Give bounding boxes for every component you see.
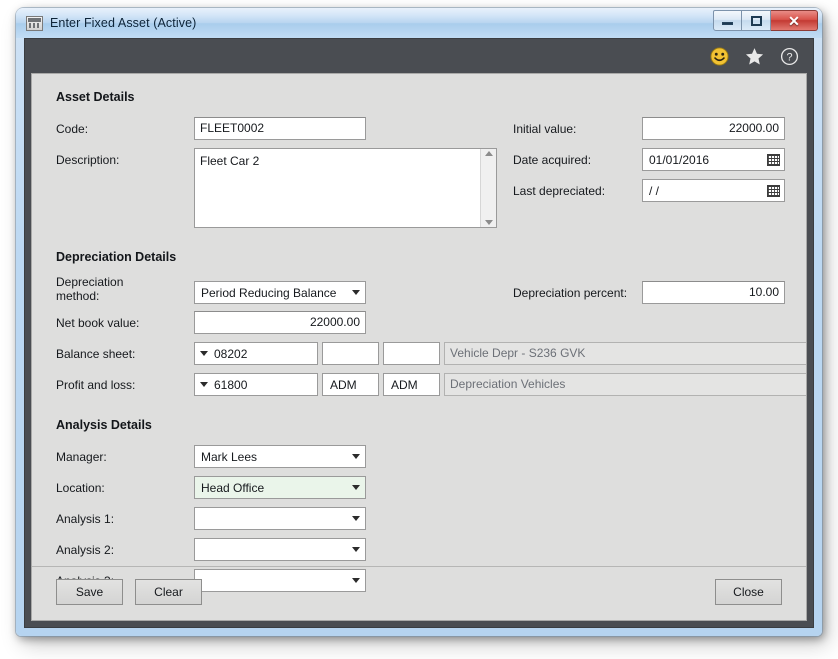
scroll-up-icon[interactable]	[484, 151, 493, 156]
row-description: Description: Fleet Car 2 Date acquired: …	[54, 148, 785, 232]
scroll-down-icon[interactable]	[484, 220, 493, 225]
row-method: Depreciation method: Period Reducing Bal…	[54, 275, 785, 304]
profit-loss-cost-centre-input[interactable]: ADM	[322, 373, 379, 396]
location-label: Location:	[56, 481, 105, 495]
description-scrollbar[interactable]	[480, 149, 496, 227]
depreciation-percent-label: Depreciation percent:	[513, 286, 628, 300]
depreciation-method-dropdown[interactable]: Period Reducing Balance	[194, 281, 366, 304]
chevron-down-icon[interactable]	[346, 485, 365, 490]
code-input[interactable]: FLEET0002	[194, 117, 366, 140]
location-value: Head Office	[201, 480, 265, 495]
button-bar: Save Clear Close	[32, 566, 806, 620]
depreciation-method-label: Depreciation method:	[56, 275, 123, 303]
description-label: Description:	[56, 153, 120, 167]
client-frame: ? Asset Details Code: FLEET0002 Initial …	[24, 38, 814, 628]
help-question-icon[interactable]: ?	[780, 47, 799, 66]
close-window-button[interactable]: ✕	[771, 10, 818, 31]
close-icon: ✕	[788, 12, 800, 29]
chevron-down-icon[interactable]	[346, 516, 365, 521]
minimize-icon	[722, 22, 733, 25]
row-code: Code: FLEET0002 Initial value: 22000.00	[54, 117, 785, 144]
calendar-picker-button-2[interactable]	[762, 180, 784, 201]
description-textarea[interactable]: Fleet Car 2	[194, 148, 497, 228]
profit-loss-description: Depreciation Vehicles	[444, 373, 806, 396]
minimize-button[interactable]	[713, 10, 742, 31]
analysis-details-heading: Analysis Details	[56, 418, 152, 432]
favourite-star-icon[interactable]	[745, 47, 764, 66]
balance-sheet-account-value: 08202	[214, 346, 248, 361]
chevron-down-icon[interactable]	[195, 351, 213, 356]
last-depreciated-value: / /	[649, 183, 660, 198]
initial-value-label: Initial value:	[513, 122, 577, 136]
calendar-icon	[766, 153, 780, 166]
balance-sheet-account-input[interactable]: 08202	[194, 342, 318, 365]
row-analysis-1: Analysis 1:	[54, 507, 784, 534]
balance-sheet-description: Vehicle Depr - S236 GVK	[444, 342, 806, 365]
form-window-icon	[26, 15, 43, 31]
save-button[interactable]: Save	[56, 579, 123, 605]
analysis-1-label: Analysis 1:	[56, 512, 115, 526]
manager-value: Mark Lees	[201, 449, 258, 464]
profit-loss-account-value: 61800	[214, 377, 248, 392]
balance-sheet-label: Balance sheet:	[56, 347, 136, 361]
profit-loss-cost-centre-value: ADM	[330, 377, 357, 392]
depreciation-method-label-line2: method:	[56, 289, 100, 303]
location-dropdown[interactable]: Head Office	[194, 476, 366, 499]
description-text: Fleet Car 2	[200, 154, 260, 168]
title-bar[interactable]: Enter Fixed Asset (Active) ✕	[16, 8, 822, 38]
profit-loss-department-input[interactable]: ADM	[383, 373, 440, 396]
maximize-icon	[750, 15, 762, 26]
last-depreciated-label: Last depreciated:	[513, 184, 606, 198]
row-location: Location: Head Office	[54, 476, 784, 503]
smiley-feedback-icon[interactable]	[710, 46, 729, 66]
window-controls: ✕	[713, 10, 818, 31]
close-button[interactable]: Close	[715, 579, 782, 605]
clear-button[interactable]: Clear	[135, 579, 202, 605]
row-nbv: Net book value: 22000.00	[54, 311, 784, 338]
last-depreciated-input[interactable]: / /	[642, 179, 785, 202]
chevron-down-icon[interactable]	[195, 382, 213, 387]
row-manager: Manager: Mark Lees	[54, 445, 784, 472]
date-acquired-label: Date acquired:	[513, 153, 592, 167]
profit-loss-department-value: ADM	[391, 377, 418, 392]
svg-text:?: ?	[786, 51, 792, 63]
balance-sheet-department-input[interactable]	[383, 342, 440, 365]
toolbar: ?	[25, 39, 813, 73]
profit-and-loss-label: Profit and loss:	[56, 378, 136, 392]
depreciation-percent-input[interactable]: 10.00	[642, 281, 785, 304]
net-book-value-input[interactable]: 22000.00	[194, 311, 366, 334]
form-panel: Asset Details Code: FLEET0002 Initial va…	[31, 73, 807, 621]
application-window: Enter Fixed Asset (Active) ✕ ? Asset Det…	[16, 8, 822, 636]
analysis-2-dropdown[interactable]	[194, 538, 366, 561]
calendar-picker-button[interactable]	[762, 149, 784, 170]
manager-dropdown[interactable]: Mark Lees	[194, 445, 366, 468]
chevron-down-icon[interactable]	[346, 547, 365, 552]
row-balance-sheet: Balance sheet: 08202 Vehicle Depr - S236…	[54, 342, 806, 369]
balance-sheet-cost-centre-input[interactable]	[322, 342, 379, 365]
depreciation-method-value: Period Reducing Balance	[201, 285, 337, 300]
date-acquired-input[interactable]: 01/01/2016	[642, 148, 785, 171]
row-profit-loss: Profit and loss: 61800 ADM ADM Depreciat…	[54, 373, 806, 400]
row-analysis-2: Analysis 2:	[54, 538, 784, 565]
analysis-2-label: Analysis 2:	[56, 543, 115, 557]
form-area: Asset Details Code: FLEET0002 Initial va…	[32, 74, 806, 592]
window-title: Enter Fixed Asset (Active)	[50, 16, 197, 30]
depreciation-method-label-line1: Depreciation	[56, 275, 124, 289]
net-book-value-label: Net book value:	[56, 316, 140, 330]
chevron-down-icon[interactable]	[346, 454, 365, 459]
profit-loss-account-input[interactable]: 61800	[194, 373, 318, 396]
manager-label: Manager:	[56, 450, 107, 464]
asset-details-heading: Asset Details	[56, 90, 135, 104]
analysis-1-dropdown[interactable]	[194, 507, 366, 530]
chevron-down-icon[interactable]	[346, 290, 365, 295]
date-acquired-value: 01/01/2016	[649, 152, 710, 167]
code-label: Code:	[56, 122, 89, 136]
maximize-button[interactable]	[742, 10, 771, 31]
calendar-icon	[766, 184, 780, 197]
initial-value-input[interactable]: 22000.00	[642, 117, 785, 140]
depreciation-details-heading: Depreciation Details	[56, 250, 177, 264]
